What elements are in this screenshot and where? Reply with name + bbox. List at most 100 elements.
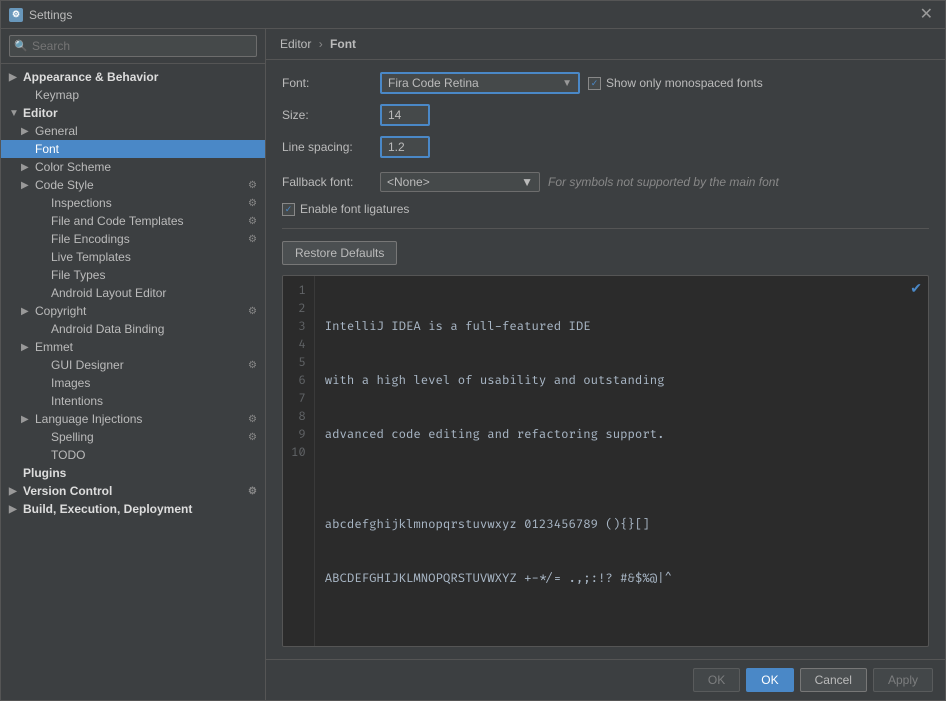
sidebar-item-keymap[interactable]: Keymap	[1, 86, 265, 104]
sidebar-item-copyright[interactable]: ▶ Copyright ⚙	[1, 302, 265, 320]
sidebar-item-label: File Types	[51, 268, 105, 282]
sidebar-item-label: File Encodings	[51, 232, 130, 246]
sidebar-item-gui-designer[interactable]: GUI Designer ⚙	[1, 356, 265, 374]
chevron-right-icon: ▶	[9, 72, 21, 83]
sidebar-item-file-code-templates[interactable]: File and Code Templates ⚙	[1, 212, 265, 230]
enable-ligatures-row[interactable]: ✓ Enable font ligatures	[282, 202, 929, 216]
sidebar-item-plugins[interactable]: Plugins	[1, 464, 265, 482]
line-number: 8	[291, 408, 306, 426]
search-box: 🔍	[1, 29, 265, 64]
preview-area: ✔ 1 2 3 4 5 6 7 8 9 10 IntelliJ IDE	[282, 275, 929, 647]
sidebar-item-version-control[interactable]: ▶ Version Control ⚙	[1, 482, 265, 500]
enable-ligatures-label: Enable font ligatures	[300, 202, 409, 216]
settings-icon: ⚙	[248, 216, 257, 227]
apply-button[interactable]: Apply	[873, 668, 933, 692]
sidebar-item-label: Editor	[23, 106, 58, 120]
line-number: 6	[291, 372, 306, 390]
sidebar-item-label: Intentions	[51, 394, 103, 408]
fallback-label: Fallback font:	[282, 175, 372, 189]
sidebar-item-font[interactable]: Font	[1, 140, 265, 158]
close-button[interactable]: ✕	[916, 7, 937, 23]
restore-defaults-button[interactable]: Restore Defaults	[282, 241, 929, 265]
panel-content: Font: Fira Code Retina ▼ ✓ Show only mon…	[266, 60, 945, 659]
sidebar-item-android-data[interactable]: Android Data Binding	[1, 320, 265, 338]
sidebar-item-label: General	[35, 124, 78, 138]
sidebar-item-label: File and Code Templates	[51, 214, 184, 228]
cancel-button[interactable]: Cancel	[800, 668, 867, 692]
settings-icon: ⚙	[248, 414, 257, 425]
line-number: 2	[291, 300, 306, 318]
sidebar-item-label: Keymap	[35, 88, 79, 102]
chevron-right-icon: ▶	[21, 180, 33, 191]
sidebar-item-emmet[interactable]: ▶ Emmet	[1, 338, 265, 356]
window-title: Settings	[29, 8, 910, 22]
sidebar-item-file-types[interactable]: File Types	[1, 266, 265, 284]
chevron-right-icon: ▶	[21, 342, 33, 353]
line-number: 4	[291, 336, 306, 354]
line-spacing-input[interactable]	[380, 136, 430, 158]
sidebar-item-file-encodings[interactable]: File Encodings ⚙	[1, 230, 265, 248]
enable-ligatures-checkbox[interactable]: ✓	[282, 203, 295, 216]
sidebar-item-general[interactable]: ▶ General	[1, 122, 265, 140]
show-monospaced-row[interactable]: ✓ Show only monospaced fonts	[588, 76, 763, 90]
settings-icon: ⚙	[248, 306, 257, 317]
font-label: Font:	[282, 76, 372, 90]
breadcrumb-editor: Editor	[280, 37, 311, 51]
search-icon: 🔍	[14, 40, 28, 53]
chevron-right-icon: ▶	[9, 504, 21, 515]
settings-icon: ⚙	[248, 234, 257, 245]
line-number: 1	[291, 282, 306, 300]
settings-window: ⚙ Settings ✕ 🔍 ▶ Appearance & Behavior	[0, 0, 946, 701]
sidebar-item-intentions[interactable]: Intentions	[1, 392, 265, 410]
sidebar-item-editor[interactable]: ▼ Editor	[1, 104, 265, 122]
preview-line-5: abcdefghijklmnopqrstuvwxyz 0123456789 ()…	[325, 516, 918, 534]
sidebar-item-lang-injections[interactable]: ▶ Language Injections ⚙	[1, 410, 265, 428]
sidebar-item-label: Color Scheme	[35, 160, 111, 174]
line-number: 9	[291, 426, 306, 444]
chevron-right-icon: ▶	[21, 162, 33, 173]
search-wrapper: 🔍	[9, 35, 257, 57]
font-dropdown[interactable]: Fira Code Retina ▼	[380, 72, 580, 94]
sidebar-item-label: Code Style	[35, 178, 94, 192]
sidebar-item-label: Emmet	[35, 340, 73, 354]
sidebar-item-code-style[interactable]: ▶ Code Style ⚙	[1, 176, 265, 194]
fallback-value: <None>	[387, 175, 430, 189]
chevron-right-icon: ▶	[21, 306, 33, 317]
sidebar-item-label: Language Injections	[35, 412, 142, 426]
line-spacing-label: Line spacing:	[282, 140, 372, 154]
sidebar-item-spelling[interactable]: Spelling ⚙	[1, 428, 265, 446]
chevron-right-icon: ▶	[21, 414, 33, 425]
sidebar-item-inspections[interactable]: Inspections ⚙	[1, 194, 265, 212]
search-input[interactable]	[9, 35, 257, 57]
sidebar-item-color-scheme[interactable]: ▶ Color Scheme	[1, 158, 265, 176]
fallback-hint: For symbols not supported by the main fo…	[548, 175, 779, 189]
chevron-down-icon: ▼	[9, 108, 21, 119]
sidebar: 🔍 ▶ Appearance & Behavior Keymap ▼	[1, 29, 266, 700]
restore-defaults-label[interactable]: Restore Defaults	[282, 241, 397, 265]
fallback-dropdown[interactable]: <None> ▼	[380, 172, 540, 192]
sidebar-item-label: Copyright	[35, 304, 86, 318]
sidebar-item-label: Plugins	[23, 466, 66, 480]
sidebar-item-images[interactable]: Images	[1, 374, 265, 392]
sidebar-item-label: Android Data Binding	[51, 322, 164, 336]
line-number: 10	[291, 444, 306, 462]
sidebar-item-android-layout[interactable]: Android Layout Editor	[1, 284, 265, 302]
sidebar-item-build-execution[interactable]: ▶ Build, Execution, Deployment	[1, 500, 265, 518]
ok-button[interactable]: OK	[746, 668, 793, 692]
sidebar-item-label: Spelling	[51, 430, 94, 444]
sidebar-item-label: Appearance & Behavior	[23, 70, 158, 84]
sidebar-item-todo[interactable]: TODO	[1, 446, 265, 464]
sidebar-item-live-templates[interactable]: Live Templates	[1, 248, 265, 266]
breadcrumb: Editor › Font	[266, 29, 945, 60]
sidebar-item-label: GUI Designer	[51, 358, 124, 372]
size-label: Size:	[282, 108, 372, 122]
restore-defaults-bottom-button: OK	[693, 668, 740, 692]
settings-icon: ⚙	[248, 180, 257, 191]
line-number: 3	[291, 318, 306, 336]
restore-label: OK	[708, 673, 725, 687]
sidebar-item-appearance[interactable]: ▶ Appearance & Behavior	[1, 68, 265, 86]
line-number: 5	[291, 354, 306, 372]
bottom-bar: OK OK Cancel Apply	[266, 659, 945, 700]
show-monospaced-checkbox[interactable]: ✓	[588, 77, 601, 90]
size-input[interactable]	[380, 104, 430, 126]
